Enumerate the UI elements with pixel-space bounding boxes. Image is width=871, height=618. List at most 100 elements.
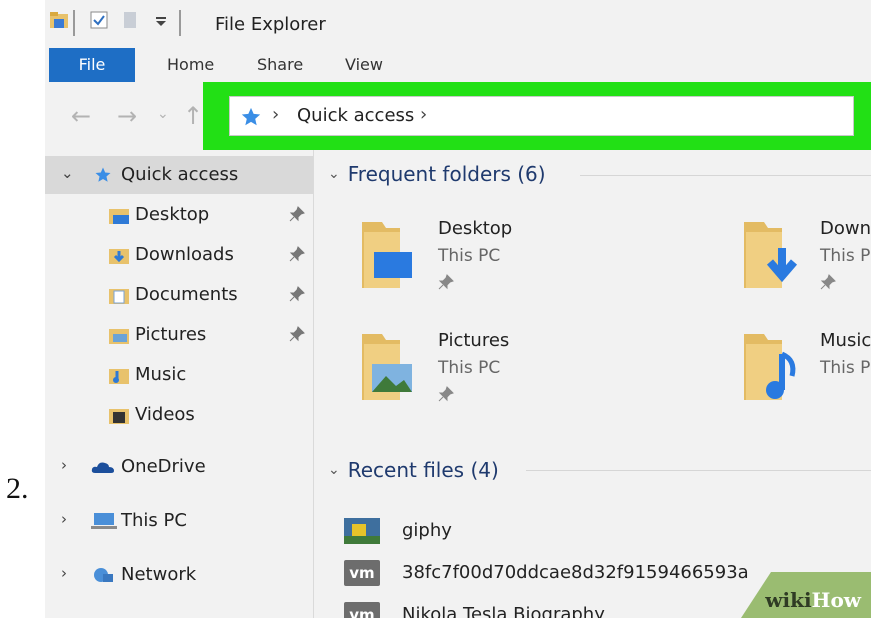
sidebar-item-label: Pictures <box>135 324 207 345</box>
customize-toolbar-icon[interactable] <box>151 10 171 30</box>
videos-folder-icon <box>109 409 129 424</box>
network-icon <box>94 568 113 582</box>
desktop-folder-icon <box>362 222 412 288</box>
window-title: File Explorer <box>215 14 326 35</box>
sidebar-item-videos[interactable]: Videos <box>45 396 313 434</box>
group-divider <box>580 175 871 176</box>
recent-file-name: Nikola Tesla Biography <box>402 604 605 618</box>
vm-file-icon: vm <box>344 602 380 618</box>
image-icon <box>344 518 380 544</box>
star-icon <box>95 167 111 182</box>
ribbon-tabs: File Home Share View <box>45 48 871 82</box>
frequent-folders-header[interactable]: ⌄ Frequent folders (6) <box>328 162 546 186</box>
music-folder-icon <box>744 334 796 400</box>
folder-name: Desktop <box>438 218 513 239</box>
navigation-bar: ← → ⌄ ↑ › Quick access › <box>45 82 871 150</box>
sidebar-item-desktop[interactable]: Desktop <box>45 196 313 234</box>
tab-view[interactable]: View <box>345 48 383 82</box>
folder-location: This PC <box>438 358 501 378</box>
up-arrow-icon[interactable]: ↑ <box>183 102 203 130</box>
breadcrumb-chevron-icon[interactable]: › <box>420 104 427 125</box>
downloads-folder-icon <box>109 249 129 264</box>
pictures-folder-icon <box>362 334 412 400</box>
sidebar-item-label: Quick access <box>121 164 239 185</box>
sidebar-item-label: Network <box>121 564 197 585</box>
recent-file-item[interactable]: giphy <box>344 516 864 552</box>
watermark-how: How <box>811 588 861 612</box>
toolbar-separator <box>73 10 75 36</box>
sidebar-item-documents[interactable]: Documents <box>45 276 313 314</box>
folder-location: This P <box>820 358 871 378</box>
breadcrumb-quick-access[interactable]: Quick access <box>297 105 414 126</box>
sidebar-item-this-pc[interactable]: › This PC <box>45 502 313 540</box>
sidebar-item-quick-access[interactable]: ⌄ Quick access <box>45 156 313 194</box>
group-divider <box>526 470 871 471</box>
group-header-label: Frequent folders (6) <box>347 162 546 186</box>
folder-tile-downloads[interactable]: Down This P <box>742 218 871 308</box>
desktop-folder-icon <box>109 209 129 224</box>
sidebar-item-pictures[interactable]: Pictures <box>45 316 313 354</box>
documents-folder-icon <box>109 289 129 304</box>
navigation-pane: ⌄ Quick access Desktop Downloads Documen… <box>45 150 313 618</box>
pin-icon[interactable] <box>289 326 305 342</box>
breadcrumb-chevron-icon[interactable]: › <box>272 104 279 125</box>
sidebar-item-label: Desktop <box>135 204 210 225</box>
address-bar[interactable]: › Quick access › <box>229 96 854 136</box>
sidebar-item-onedrive[interactable]: › OneDrive <box>45 448 313 486</box>
toolbar-separator <box>179 10 181 36</box>
forward-arrow-icon[interactable]: → <box>117 102 137 130</box>
pin-icon[interactable] <box>820 274 836 290</box>
content-area: ⌄ Frequent folders (6) Desktop This PC Do… <box>314 150 871 618</box>
tab-file[interactable]: File <box>49 48 135 82</box>
wikihow-watermark: wikiHow <box>711 572 871 618</box>
sidebar-item-label: Music <box>135 364 187 385</box>
vm-file-icon: vm <box>344 560 380 586</box>
properties-icon[interactable] <box>89 10 109 30</box>
group-header-label: Recent files (4) <box>347 458 499 482</box>
recent-file-name: 38fc7f00d70ddcae8d32f9159466593a <box>402 562 749 583</box>
watermark-logo-text: wikiHow <box>765 588 861 612</box>
cloud-icon <box>91 462 114 473</box>
sidebar-item-music[interactable]: Music <box>45 356 313 394</box>
pin-icon[interactable] <box>289 246 305 262</box>
sidebar-item-label: This PC <box>121 510 187 531</box>
folder-name: Music <box>820 330 871 351</box>
collapsed-chevron-icon[interactable]: › <box>61 510 67 528</box>
new-folder-icon[interactable] <box>121 10 141 30</box>
computer-icon <box>91 513 117 529</box>
sidebar-item-network[interactable]: › Network <box>45 556 313 594</box>
sidebar-item-label: OneDrive <box>121 456 206 477</box>
pin-icon[interactable] <box>289 286 305 302</box>
expanded-chevron-icon[interactable]: ⌄ <box>61 164 74 182</box>
folder-icon <box>50 12 68 28</box>
sidebar-item-label: Documents <box>135 284 238 305</box>
title-bar: File Explorer <box>45 0 871 48</box>
sidebar-item-downloads[interactable]: Downloads <box>45 236 313 274</box>
address-bar-highlight: › Quick access › <box>203 82 871 150</box>
tab-home[interactable]: Home <box>167 48 214 82</box>
collapsed-chevron-icon[interactable]: › <box>61 456 67 474</box>
pin-icon[interactable] <box>289 206 305 222</box>
recent-locations-chevron-icon[interactable]: ⌄ <box>157 106 169 122</box>
file-explorer-window: File Explorer File Home Share View ← → ⌄… <box>45 0 871 618</box>
back-arrow-icon[interactable]: ← <box>71 102 91 130</box>
chevron-down-icon: ⌄ <box>328 462 340 478</box>
pin-icon[interactable] <box>438 386 454 402</box>
folder-tile-music[interactable]: Music This P <box>742 330 871 420</box>
watermark-wiki: wiki <box>765 588 812 612</box>
folder-tile-pictures[interactable]: Pictures This PC <box>360 330 660 420</box>
tab-share[interactable]: Share <box>257 48 303 82</box>
collapsed-chevron-icon[interactable]: › <box>61 564 67 582</box>
folder-name: Pictures <box>438 330 510 351</box>
folder-name: Down <box>820 218 871 239</box>
folder-location: This PC <box>438 246 501 266</box>
sidebar-item-label: Downloads <box>135 244 234 265</box>
recent-files-header[interactable]: ⌄ Recent files (4) <box>328 458 499 482</box>
music-folder-icon <box>109 369 129 384</box>
folder-location: This P <box>820 246 871 266</box>
chevron-down-icon: ⌄ <box>328 166 340 182</box>
folder-tile-desktop[interactable]: Desktop This PC <box>360 218 660 308</box>
pin-icon[interactable] <box>438 274 454 290</box>
step-number: 2. <box>6 472 29 505</box>
star-icon <box>241 107 261 126</box>
